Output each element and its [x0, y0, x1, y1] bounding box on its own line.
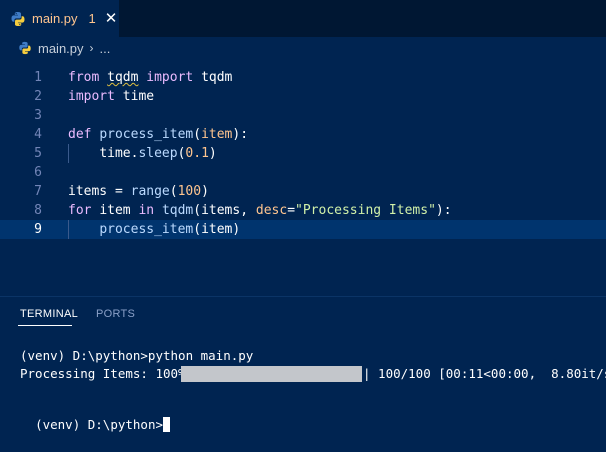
- code-token: tqdm: [201, 70, 233, 85]
- code-token: ,: [240, 203, 256, 218]
- code-token: item: [201, 222, 233, 237]
- code-token: (: [193, 203, 202, 218]
- line-number: 7: [34, 184, 42, 199]
- line-number: 3: [34, 108, 42, 123]
- code-token: ): [232, 222, 241, 237]
- code-text: from tqdm import tqdm: [68, 68, 232, 87]
- line-number: 8: [34, 203, 42, 218]
- code-token: for: [68, 203, 92, 218]
- tab-main-py[interactable]: main.py 1 ✕: [0, 0, 119, 37]
- tab-ports[interactable]: PORTS: [96, 308, 135, 320]
- code-token: 0.1: [185, 146, 209, 161]
- code-token: "Processing Items": [295, 203, 436, 218]
- tab-terminal[interactable]: TERMINAL: [20, 308, 78, 320]
- code-token: item: [99, 203, 131, 218]
- code-line[interactable]: 8 for item in tqdm(items, desc="Processin…: [0, 201, 606, 220]
- code-token: ): [208, 146, 217, 161]
- line-number: 5: [34, 146, 42, 161]
- breadcrumb: main.py › ...: [0, 37, 606, 59]
- code-token: (: [193, 127, 202, 142]
- code-line[interactable]: 2 import time: [0, 87, 606, 106]
- code-token: desc: [255, 203, 288, 218]
- code-line[interactable]: 1 from tqdm import tqdm: [0, 68, 606, 87]
- code-text: def process_item(item):: [68, 125, 248, 144]
- code-token: =: [107, 184, 131, 199]
- line-number: 2: [34, 89, 42, 104]
- code-token: process_item: [99, 127, 194, 142]
- code-text: import time: [68, 87, 154, 106]
- terminal-prompt-line[interactable]: (venv) D:\python>: [20, 398, 170, 434]
- code-token: time: [99, 146, 131, 161]
- code-line[interactable]: 3: [0, 106, 606, 125]
- line-number: 9: [34, 222, 42, 237]
- terminal-cursor: [163, 417, 170, 432]
- code-text: process_item(item): [68, 220, 240, 239]
- code-line[interactable]: 7 items = range(100): [0, 182, 606, 201]
- terminal-progress-suffix: | 100/100 [00:11<00:00, 8.80it/s]: [363, 366, 606, 381]
- code-token: process_item: [99, 222, 194, 237]
- code-text: items = range(100): [68, 182, 209, 201]
- code-token: ):: [435, 203, 452, 218]
- editor-tab-bar: main.py 1 ✕: [0, 0, 606, 37]
- problem-count-badge: 1: [88, 11, 96, 26]
- code-line[interactable]: 9 process_item(item): [0, 220, 606, 239]
- close-icon[interactable]: ✕: [105, 11, 118, 26]
- code-token: (: [169, 184, 178, 199]
- code-token: items: [201, 203, 241, 218]
- line-number: 6: [34, 165, 42, 180]
- breadcrumb-more[interactable]: ...: [100, 41, 111, 56]
- code-token: range: [130, 184, 170, 199]
- code-token: (: [193, 222, 202, 237]
- code-token: tqdm: [107, 70, 139, 85]
- code-token: in: [138, 203, 155, 218]
- code-token: ):: [232, 127, 249, 142]
- code-token: from: [68, 70, 100, 85]
- tab-filename: main.py: [32, 11, 78, 26]
- code-token: sleep: [138, 146, 178, 161]
- code-line[interactable]: 4 def process_item(item):: [0, 125, 606, 144]
- code-token: tqdm: [161, 203, 194, 218]
- python-icon: [19, 41, 31, 55]
- chevron-right-icon: ›: [89, 41, 94, 55]
- code-token: def: [68, 127, 92, 142]
- active-tab-indicator: [18, 325, 72, 326]
- progress-bar: [181, 366, 362, 382]
- line-number: 1: [34, 70, 42, 85]
- code-editor[interactable]: 1 from tqdm import tqdm 2 import time 3 4 def …: [0, 59, 606, 289]
- code-text: time.sleep(0.1): [68, 144, 217, 163]
- code-token: item: [201, 127, 233, 142]
- code-token: 100: [177, 184, 202, 199]
- terminal-progress-prefix: Processing Items: 100%|: [20, 366, 194, 381]
- breadcrumb-file[interactable]: main.py: [38, 41, 84, 56]
- python-icon: [11, 11, 25, 26]
- code-line[interactable]: 6: [0, 163, 606, 182]
- code-token: import: [146, 70, 194, 85]
- progress-bar-fill: [181, 366, 362, 382]
- panel-divider: [0, 296, 606, 297]
- code-token: import: [68, 89, 115, 104]
- terminal-prompt: (venv) D:\python>: [35, 417, 163, 432]
- line-number: 4: [34, 127, 42, 142]
- code-line[interactable]: 5 time.sleep(0.1): [0, 144, 606, 163]
- code-token: =: [287, 203, 296, 218]
- terminal-command-line: (venv) D:\python>python main.py: [20, 348, 254, 363]
- code-token: ): [201, 184, 209, 199]
- code-text: for item in tqdm(items, desc="Processing…: [68, 201, 452, 220]
- code-token: items: [68, 184, 108, 199]
- code-token: time: [122, 89, 155, 104]
